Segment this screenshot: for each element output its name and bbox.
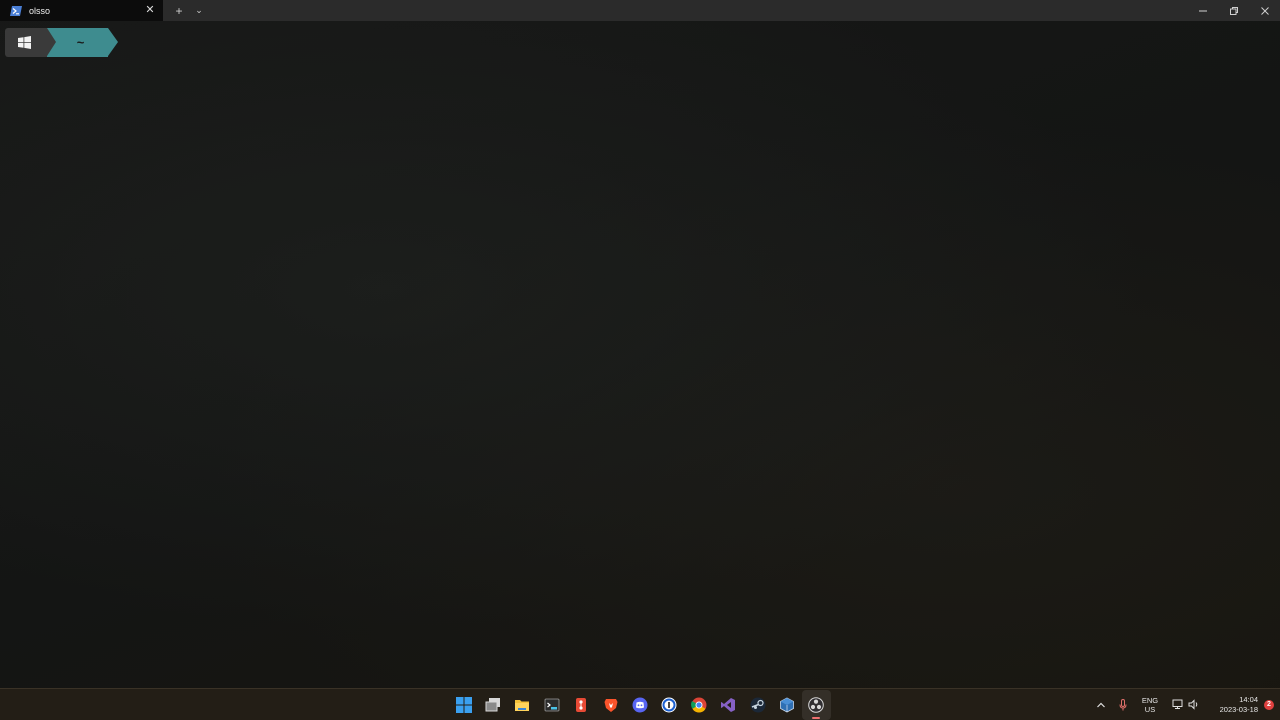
show-hidden-icons-button[interactable] — [1090, 689, 1112, 720]
prompt-path-separator — [108, 28, 118, 56]
brave-button[interactable] — [596, 690, 625, 720]
prompt-os-segment — [5, 27, 47, 57]
new-tab-button[interactable]: + — [169, 0, 189, 21]
visual-studio-icon — [721, 698, 736, 712]
brave-lion-icon — [604, 699, 618, 712]
terminal-icon — [544, 698, 560, 712]
taskbar: ENG US 14:04 2023-03-18 2 — [0, 688, 1280, 720]
tab-olsso[interactable]: olsso ✕ — [0, 0, 163, 21]
notification-count-badge: 2 — [1264, 699, 1274, 710]
tab-dropdown-button[interactable]: ⌄ — [189, 0, 209, 21]
task-view-button[interactable] — [478, 690, 507, 720]
powershell-icon — [10, 5, 22, 16]
discord-icon — [632, 697, 648, 713]
prompt-path-segment: ~ — [47, 27, 108, 57]
folder-icon — [515, 700, 530, 711]
chrome-button[interactable] — [684, 690, 713, 720]
prompt-os-separator — [47, 28, 56, 56]
terminal-window: olsso ✕ + ⌄ ~ ENG US 14:04 2023-03-18 2 — [0, 0, 1280, 720]
clock-date: 2023-03-18 — [1219, 704, 1258, 714]
password-manager-button[interactable] — [655, 690, 684, 720]
volume-icon — [1188, 699, 1197, 710]
task-view-icon — [485, 698, 501, 712]
git-icon — [576, 698, 587, 712]
obs-button[interactable] — [801, 690, 832, 720]
terminal-button[interactable] — [537, 690, 566, 720]
close-icon — [1260, 6, 1269, 15]
keyboard-region: US — [1144, 704, 1156, 714]
tab-close-icon[interactable]: ✕ — [143, 3, 157, 17]
microphone-tray-button[interactable] — [1112, 689, 1134, 720]
network-icon — [1172, 699, 1182, 709]
windows-logo-icon — [17, 35, 31, 49]
start-button[interactable] — [449, 690, 478, 720]
title-bar-drag-area[interactable] — [209, 0, 1187, 21]
steam-button[interactable] — [743, 690, 772, 720]
microphone-icon — [1119, 698, 1127, 710]
visual-studio-button[interactable] — [714, 690, 743, 720]
network-volume-button[interactable] — [1168, 689, 1202, 720]
tab-title: olsso — [29, 5, 51, 16]
file-explorer-button[interactable] — [508, 690, 537, 720]
clock-time: 14:04 — [1239, 694, 1258, 704]
clock-button[interactable]: 14:04 2023-03-18 — [1210, 689, 1258, 720]
chrome-icon — [690, 697, 707, 713]
terminal-output-area[interactable]: ~ — [0, 21, 1280, 688]
chevron-up-icon — [1097, 702, 1105, 707]
discord-button[interactable] — [625, 690, 654, 720]
virtualbox-button[interactable] — [772, 690, 801, 720]
language-indicator[interactable]: ENG US — [1136, 689, 1164, 720]
notifications-button[interactable]: 2 — [1258, 689, 1280, 720]
system-tray: ENG US 14:04 2023-03-18 2 — [1090, 689, 1280, 720]
taskbar-apps — [449, 690, 832, 720]
virtualbox-icon — [780, 697, 794, 713]
shell-prompt: ~ — [5, 27, 118, 57]
close-button[interactable] — [1249, 0, 1280, 21]
obs-icon — [808, 697, 825, 713]
password-manager-icon — [661, 697, 677, 713]
minimize-icon — [1198, 10, 1207, 11]
minimize-button[interactable] — [1187, 0, 1218, 21]
restore-button[interactable] — [1218, 0, 1249, 21]
title-bar: olsso ✕ + ⌄ — [0, 0, 1280, 21]
language-code: ENG — [1141, 695, 1159, 705]
windows-start-icon — [455, 697, 472, 713]
steam-icon — [750, 697, 766, 713]
restore-icon — [1229, 6, 1238, 15]
git-button[interactable] — [567, 690, 596, 720]
